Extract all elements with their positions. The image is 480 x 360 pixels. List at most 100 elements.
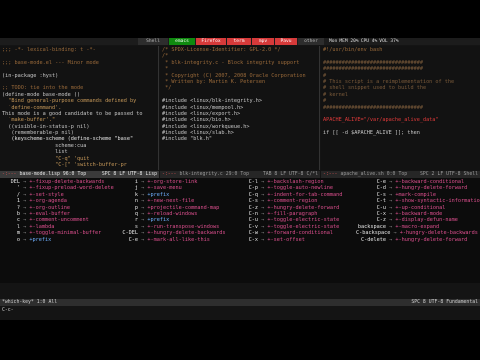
- which-key-entry[interactable]: C-x → +-set-offset: [240, 237, 342, 243]
- middle-editor-pane[interactable]: /* SPDX-License-Identifier: GPL-2.0 *//*…: [160, 46, 320, 170]
- code-line[interactable]: #include "blk.h": [162, 136, 317, 142]
- modeline-state: -:---: [2, 172, 17, 177]
- which-key-command: +-run-transpose-windows: [147, 223, 220, 230]
- arrow-icon: →: [20, 204, 30, 211]
- arrow-icon: →: [258, 217, 268, 224]
- code-line[interactable]: if [[ -d $APACHE_ALIVE ]]; then: [323, 130, 478, 136]
- which-key-command: +-fixup-preload-word-delete: [29, 185, 114, 192]
- arrow-icon: →: [258, 236, 268, 243]
- which-key-entry[interactable]: C-e → +-mark-all-like-this: [120, 237, 225, 243]
- modeline-indent: SPC 8: [411, 300, 426, 305]
- which-key-command: +-set-offset: [267, 236, 305, 243]
- which-key-command: +-macro-expand: [395, 223, 440, 230]
- which-key-command: +-org-agenda: [29, 198, 67, 205]
- left-editor-pane[interactable]: ;;; -*- lexical-binding: t -*-;;; base-m…: [0, 46, 159, 170]
- arrow-icon: →: [386, 198, 396, 205]
- arrow-icon: →: [138, 217, 148, 224]
- workspace-tag[interactable]: emacs: [169, 38, 195, 45]
- which-key-command: +-hungry-delete-forward: [267, 204, 340, 211]
- arrow-icon: →: [386, 191, 396, 198]
- code-line[interactable]: * blk-integrity.c - Block integrity supp…: [162, 60, 317, 66]
- which-key-command: +-show-syntactic-information: [395, 198, 480, 205]
- arrow-icon: →: [258, 185, 268, 192]
- arrow-icon: →: [258, 210, 268, 217]
- which-key-command: +-toggle-minimal-buffer: [29, 230, 102, 237]
- window-manager-bar: Shell emacs Firefox term mpv Pavu other Mon MEM …: [0, 38, 480, 45]
- tray-item: VOL 37%: [379, 39, 399, 44]
- modeline-major-mode[interactable]: Lisp: [145, 171, 157, 178]
- modeline-major-mode[interactable]: C/*l: [306, 171, 318, 178]
- which-key-command: +-hungry-delete-forward: [395, 185, 468, 192]
- which-key-key: o: [16, 236, 20, 243]
- c-buffer-text[interactable]: /* SPDX-License-Identifier: GPL-2.0 *//*…: [160, 46, 319, 144]
- which-key-command: +projectile-command-map: [147, 204, 220, 211]
- arrow-icon: →: [258, 230, 268, 237]
- shell-buffer-text[interactable]: #!/usr/bin/env bash #####################…: [321, 46, 480, 137]
- right-editor-pane[interactable]: #!/usr/bin/env bash #####################…: [321, 46, 480, 170]
- arrow-icon: →: [20, 210, 30, 217]
- workspace-tag[interactable]: mpv: [252, 38, 274, 45]
- which-key-command: +prefix: [29, 236, 52, 243]
- modeline-encoding: LF UTF-8: [280, 172, 304, 177]
- arrow-icon: →: [20, 217, 30, 224]
- modeline-buffer-name: *which-key*: [2, 300, 34, 305]
- which-key-command: +-org-outline: [29, 204, 70, 211]
- arrow-icon: →: [258, 204, 268, 211]
- arrow-icon: →: [138, 204, 148, 211]
- arrow-icon: →: [258, 179, 268, 185]
- arrow-icon: →: [20, 185, 30, 192]
- arrow-icon: →: [386, 179, 396, 185]
- which-key-key: C-e: [128, 236, 138, 243]
- modeline-encoding: LF UTF-8: [437, 172, 461, 177]
- which-key-command: +-hungry-delete-backwards: [147, 230, 226, 237]
- which-key-command: +prefix: [147, 217, 170, 224]
- workspace-tag[interactable]: Pavu: [275, 38, 297, 45]
- code-line[interactable]: * Copyright (C) 2007, 2008 Oracle Corpor…: [162, 73, 317, 79]
- which-key-command: +-new-next-file: [147, 198, 195, 205]
- which-key-key: C-delete: [361, 236, 386, 243]
- modeline-blk-integrity[interactable]: -:--- blk-integrity.c 29:0 Top TAB 8 LF …: [160, 171, 320, 178]
- arrow-icon: →: [138, 236, 148, 243]
- modeline-major-mode[interactable]: Shell: [464, 171, 478, 178]
- modeline-encoding: LF UTF-8: [119, 172, 143, 177]
- modeline-apache-alive[interactable]: -:--- apache_alive.sh 0:0 Top SPC 2 LF U…: [321, 171, 480, 178]
- modeline-buffer-name[interactable]: blk-integrity.c: [179, 171, 222, 178]
- modeline-indent: TAB 8: [262, 172, 278, 177]
- which-key-command: +-fixup-delete-backwards: [29, 179, 105, 185]
- which-key-command: +-display-defun-name: [395, 217, 458, 224]
- which-key-command: +-lambda: [29, 223, 55, 230]
- workspace-tag[interactable]: term: [227, 38, 251, 45]
- tray-item: MEM 20%: [339, 39, 359, 44]
- system-tray: Mon MEM 20% CPU 4% VOL 37%: [329, 38, 399, 45]
- which-key-command: +-toggle-electric-state: [267, 223, 340, 230]
- workspace-tag[interactable]: Firefox: [196, 38, 226, 45]
- code-line[interactable]: "Bind general-purpose commands defined b…: [2, 98, 156, 104]
- lisp-buffer-text[interactable]: ;;; -*- lexical-binding: t -*-;;; base-m…: [0, 46, 158, 170]
- arrow-icon: →: [20, 191, 30, 198]
- emacs-frame: Shell emacs Firefox term mpv Pavu other Mon MEM …: [0, 38, 480, 320]
- modeline-buffer-name[interactable]: base-mode.lisp: [19, 171, 59, 178]
- which-key-modeline: *which-key* 1:0 All SPC 8 UTF-8 Fundamen…: [0, 299, 480, 306]
- arrow-icon: →: [386, 210, 396, 217]
- modeline-position: 1:0: [36, 300, 46, 305]
- arrow-icon: →: [20, 230, 30, 237]
- arrow-icon: →: [20, 198, 30, 205]
- arrow-icon: →: [258, 191, 268, 198]
- arrow-icon: →: [390, 230, 400, 237]
- which-key-key: C-x: [248, 236, 258, 243]
- which-key-command: +-fill-paragraph: [267, 210, 318, 217]
- modeline-buffer-name[interactable]: apache_alive.sh: [340, 171, 383, 178]
- workspace-tag[interactable]: other: [298, 38, 324, 45]
- which-key-entry[interactable]: o → +prefix: [2, 237, 114, 243]
- workspace-tag[interactable]: Shell: [138, 38, 168, 45]
- code-line[interactable]: (keyscheme-scheme (define-scheme "base": [2, 136, 156, 142]
- which-key-entry[interactable]: C-delete → +-hungry-delete-forward: [356, 237, 480, 243]
- modeline-extra: Top: [77, 172, 87, 177]
- modeline-base-mode[interactable]: -:--- base-mode.lisp 96:0 Top SPC 8 LF U…: [0, 171, 159, 178]
- which-key-command: +-toggle-auto-newline: [267, 185, 333, 192]
- arrow-icon: →: [138, 179, 148, 185]
- arrow-icon: →: [138, 210, 148, 217]
- which-key-command: +-backward-conditional: [395, 179, 465, 185]
- modeline-indent: SPC 2: [419, 172, 435, 177]
- echo-area[interactable]: C-c-: [0, 307, 480, 314]
